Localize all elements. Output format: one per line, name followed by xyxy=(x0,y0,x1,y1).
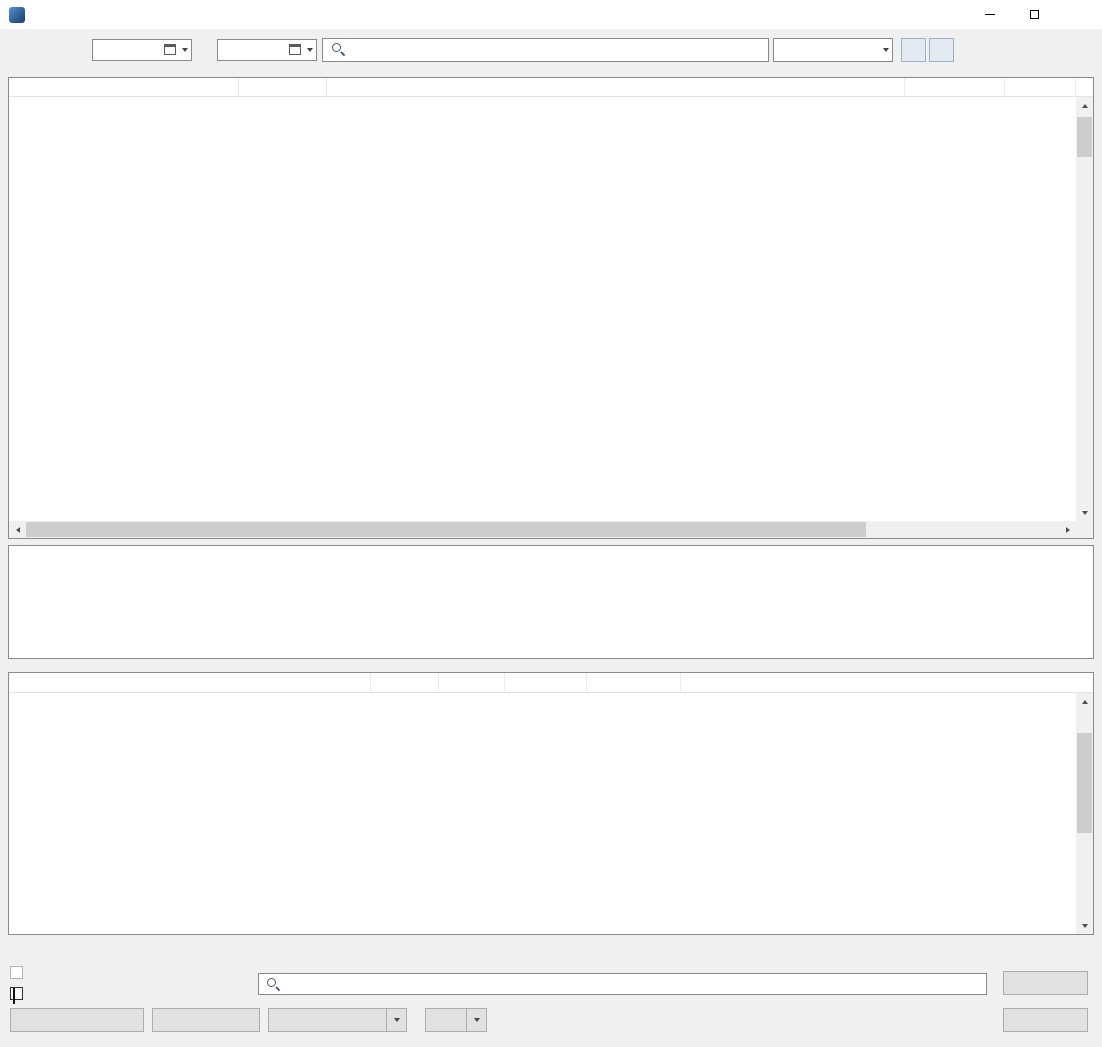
right-arrow-icon xyxy=(1065,526,1070,533)
view-button-label xyxy=(426,1009,466,1031)
scrollbar-thumb[interactable] xyxy=(26,522,866,537)
log-body xyxy=(9,97,1093,538)
commit-details-pane[interactable] xyxy=(8,545,1094,659)
navigate-down-button[interactable] xyxy=(929,37,954,62)
scrollbar-thumb[interactable] xyxy=(1077,117,1092,157)
column-header-lines-added[interactable] xyxy=(505,673,587,692)
changed-files-pane xyxy=(8,672,1094,935)
toolbar xyxy=(0,29,1102,70)
files-vertical-scrollbar[interactable] xyxy=(1076,693,1093,934)
column-header-lines-removed[interactable] xyxy=(587,673,681,692)
log-vertical-scrollbar[interactable] xyxy=(1076,97,1093,521)
scroll-up-button[interactable] xyxy=(1076,693,1093,710)
all-branches-checkbox[interactable] xyxy=(10,987,28,1004)
log-horizontal-scrollbar[interactable] xyxy=(9,521,1076,538)
down-arrow-icon xyxy=(1081,510,1088,515)
minimize-icon xyxy=(984,14,995,15)
calendar-icon xyxy=(289,44,301,55)
scroll-down-button[interactable] xyxy=(1076,917,1093,934)
view-dropdown[interactable] xyxy=(466,1009,486,1031)
commit-log-pane xyxy=(8,77,1094,539)
to-date-dropdown[interactable] xyxy=(303,40,316,60)
help-button[interactable] xyxy=(1003,971,1088,995)
files-column-headers xyxy=(9,673,1093,693)
log-filter-input[interactable] xyxy=(322,37,769,62)
ok-button[interactable] xyxy=(1003,1008,1088,1032)
column-header-actions[interactable] xyxy=(239,78,327,96)
to-date-picker[interactable] xyxy=(217,38,317,61)
checkbox-checked-icon xyxy=(10,987,23,1004)
checkbox-icon xyxy=(10,966,23,979)
statistics-button[interactable] xyxy=(152,1008,260,1032)
scroll-down-button[interactable] xyxy=(1076,504,1093,521)
window-controls xyxy=(967,0,1102,29)
maximize-button[interactable] xyxy=(1012,0,1057,29)
up-arrow-icon xyxy=(1081,699,1088,704)
column-header-path[interactable] xyxy=(9,673,371,692)
app-icon xyxy=(9,6,25,23)
walk-behavior-label xyxy=(269,1009,386,1031)
column-header-author[interactable] xyxy=(905,78,1005,96)
column-header-filler xyxy=(681,673,1093,692)
column-header-filler xyxy=(1076,78,1093,96)
status-bar xyxy=(0,938,1102,962)
search-icon xyxy=(266,977,281,992)
chevron-down-icon xyxy=(181,47,188,52)
log-column-headers xyxy=(9,78,1093,97)
chevron-down-icon xyxy=(306,47,313,52)
chevron-down-icon xyxy=(393,1018,400,1022)
from-date-picker[interactable] xyxy=(92,38,192,61)
column-header-message[interactable] xyxy=(327,78,905,96)
scroll-up-button[interactable] xyxy=(1076,97,1093,114)
show-whole-project-checkbox xyxy=(10,966,28,979)
navigate-up-button[interactable] xyxy=(901,37,926,62)
from-date-dropdown[interactable] xyxy=(178,40,191,60)
chevron-down-icon xyxy=(882,47,889,52)
scroll-right-button[interactable] xyxy=(1059,521,1076,538)
column-header-date[interactable] xyxy=(1005,78,1076,96)
scrollbar-thumb[interactable] xyxy=(1077,733,1092,833)
calendar-icon xyxy=(164,44,176,55)
column-header-extension[interactable] xyxy=(371,673,439,692)
refresh-button[interactable] xyxy=(10,1008,144,1032)
down-arrow-icon xyxy=(1081,923,1088,928)
filter-mode-combobox[interactable] xyxy=(773,37,893,62)
minimize-button[interactable] xyxy=(967,0,1012,29)
titlebar[interactable] xyxy=(0,0,1102,29)
walk-behavior-dropdown[interactable] xyxy=(386,1009,406,1031)
filter-paths-input[interactable] xyxy=(258,973,987,995)
filter-mode-dropdown[interactable] xyxy=(879,39,892,61)
left-arrow-icon xyxy=(15,526,20,533)
view-button[interactable] xyxy=(425,1008,487,1032)
close-button[interactable] xyxy=(1057,0,1102,29)
up-arrow-icon xyxy=(1081,103,1088,108)
column-header-graph[interactable] xyxy=(9,78,239,96)
chevron-down-icon xyxy=(473,1018,480,1022)
scroll-left-button[interactable] xyxy=(9,521,26,538)
maximize-icon xyxy=(1030,10,1039,19)
search-icon xyxy=(331,42,346,57)
walk-behavior-button[interactable] xyxy=(268,1008,407,1032)
column-header-status[interactable] xyxy=(439,673,505,692)
scrollbar-corner xyxy=(1076,521,1093,538)
